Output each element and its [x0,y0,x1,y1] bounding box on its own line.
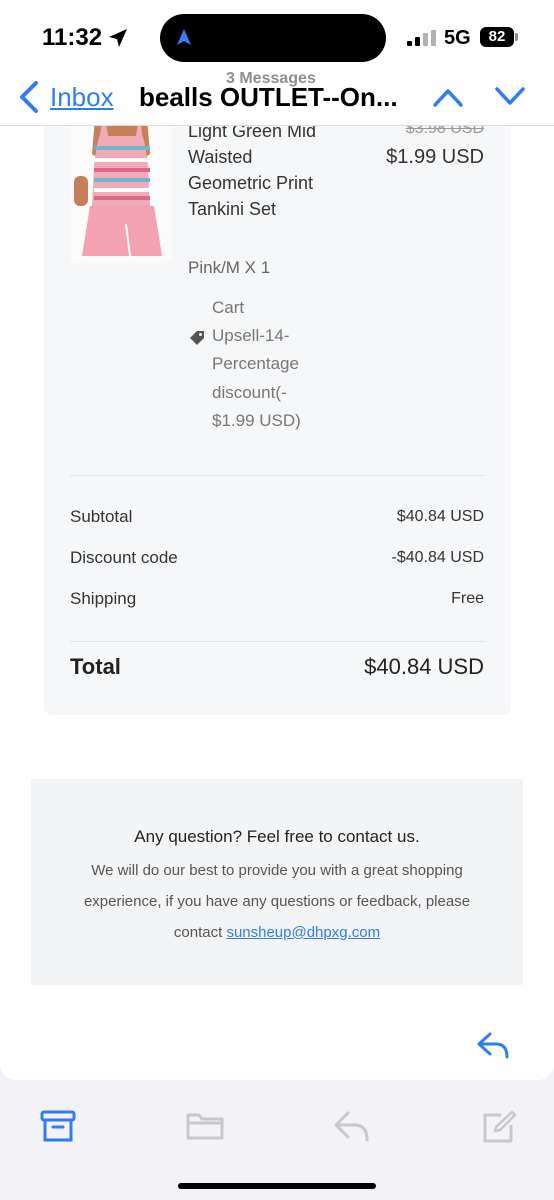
subtotal-label: Subtotal [70,507,133,526]
shipping-value: Free [451,590,484,607]
reply-icon[interactable] [476,1031,510,1059]
discount-line: Percentage [212,354,299,373]
home-indicator [178,1183,376,1189]
navigation-icon [177,29,191,45]
product-image[interactable] [70,126,172,261]
discount-code-label: Discount code [70,548,178,567]
folder-icon[interactable] [185,1110,225,1142]
product-variant: Pink/M X 1 [188,258,271,277]
contact-text: We will do our best to provide you with … [61,855,493,948]
total-label: Total [70,654,121,679]
discount-line: Cart [212,298,245,317]
chevron-up-icon[interactable] [432,86,464,108]
compose-icon[interactable] [481,1110,517,1144]
network-label: 5G [444,27,471,49]
mail-nav-bar: Inbox 3 Messages bealls OUTLET--On... [0,70,554,126]
battery-tip [515,33,518,41]
discount-line: discount(- [212,383,287,402]
order-summary-card: Light Green Mid Waisted Geometric Print … [44,126,511,715]
email-subject: bealls OUTLET--On... [139,82,398,112]
subtotal-value: $40.84 USD [396,508,484,525]
tag-icon [190,331,204,345]
status-time: 11:32 [42,24,103,51]
contact-title: Any question? Feel free to contact us. [134,827,420,846]
chevron-left-icon[interactable] [16,80,40,114]
discount-line: $1.99 USD) [212,411,301,430]
signal-icon [407,30,436,46]
dynamic-island [160,14,386,62]
bottom-toolbar [0,1080,554,1200]
location-arrow-icon [109,29,127,47]
divider [70,475,485,476]
battery-indicator: 82 [480,27,514,47]
shipping-label: Shipping [70,589,137,608]
total-value: $40.84 USD [364,654,484,679]
status-bar: 11:32 5G 82 [0,0,554,70]
reply-icon[interactable] [333,1110,371,1142]
discount-line: Upsell-14- [212,326,290,345]
contact-section: Any question? Feel free to contact us. W… [31,779,523,985]
chevron-down-icon[interactable] [494,86,526,108]
back-to-inbox-link[interactable]: Inbox [50,82,114,113]
email-body[interactable]: Light Green Mid Waisted Geometric Print … [0,126,554,1080]
divider [70,641,485,642]
sale-price: $1.99 USD [386,146,484,168]
archive-icon[interactable] [40,1110,76,1144]
discount-code-value: -$40.84 USD [391,549,485,566]
contact-email-link[interactable]: sunsheup@dhpxg.com [226,924,380,941]
original-price: $3.98 USD [405,126,484,137]
product-name[interactable]: Light Green Mid Waisted Geometric Print … [188,126,338,222]
